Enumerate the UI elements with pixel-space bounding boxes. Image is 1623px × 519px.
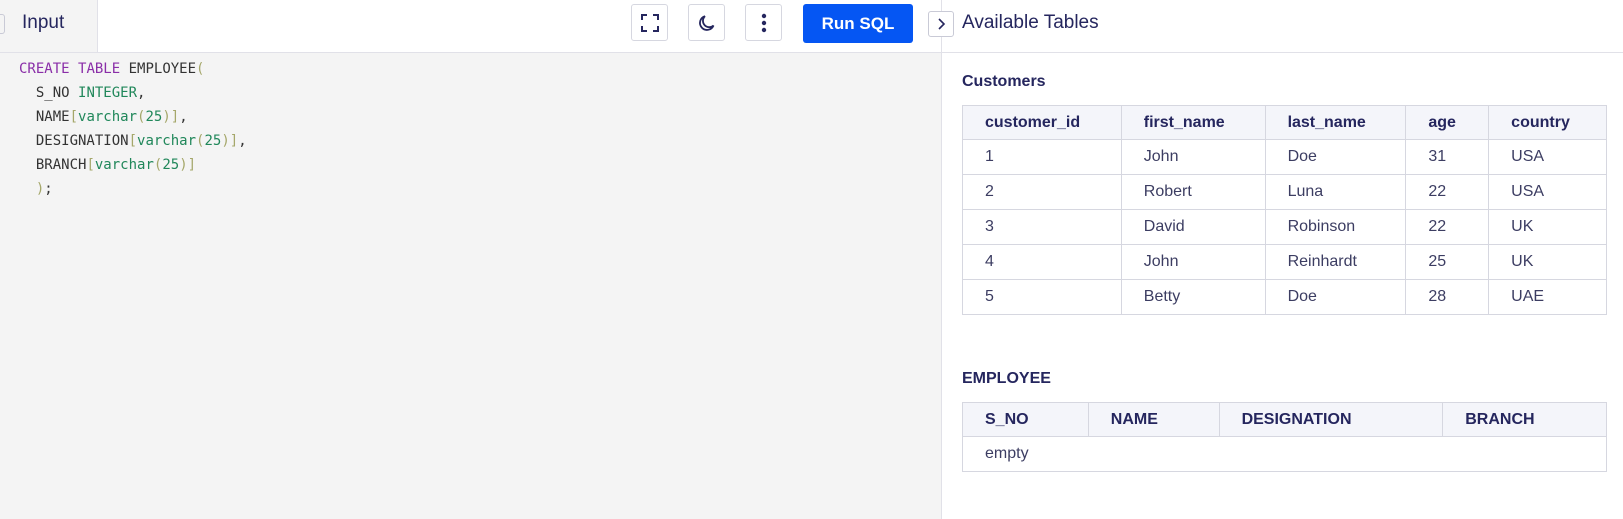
- column-header: country: [1488, 105, 1607, 140]
- bracket: ]: [229, 133, 239, 149]
- column-header: first_name: [1120, 105, 1266, 140]
- column-header: DESIGNATION: [1218, 402, 1444, 437]
- customers-table-title: Customers: [962, 73, 1046, 90]
- table-cell: John: [1120, 139, 1266, 175]
- column-type: INTEGER: [78, 85, 138, 101]
- paren: (: [196, 61, 205, 77]
- column-type: varchar: [78, 109, 138, 125]
- table-cell: 31: [1405, 139, 1490, 175]
- bracket: [: [69, 109, 79, 125]
- fullscreen-button[interactable]: [631, 4, 668, 41]
- code-line-3: NAME[varchar(25)],: [19, 106, 188, 128]
- table-cell: USA: [1488, 174, 1607, 210]
- editor-toolbar: Input Run SQL: [0, 0, 941, 53]
- table-row: 1 John Doe 31 USA: [962, 139, 1607, 175]
- table-cell: Betty: [1120, 279, 1266, 315]
- empty-placeholder: empty: [962, 436, 1607, 472]
- employee-table: S_NO NAME DESIGNATION BRANCH empty: [962, 402, 1607, 472]
- table-cell: Doe: [1264, 279, 1407, 315]
- panel-title: Available Tables: [962, 12, 1099, 33]
- semicolon: ;: [44, 181, 53, 197]
- customers-table: customer_id first_name last_name age cou…: [962, 105, 1607, 315]
- bracket: [: [86, 157, 95, 173]
- code-line-2: S_NO INTEGER,: [19, 82, 146, 104]
- fullscreen-icon: [640, 13, 659, 32]
- column-type: varchar: [137, 133, 197, 149]
- column-header: customer_id: [962, 105, 1122, 140]
- comma: ,: [137, 85, 146, 101]
- table-cell: David: [1120, 209, 1266, 245]
- table-cell: 22: [1405, 209, 1490, 245]
- code-line-6: );: [19, 178, 53, 200]
- column-header: BRANCH: [1442, 402, 1607, 437]
- code-editor[interactable]: CREATE TABLE EMPLOYEE( S_NO INTEGER, NAM…: [0, 53, 941, 519]
- paren: ): [162, 109, 171, 125]
- table-header-row: customer_id first_name last_name age cou…: [962, 105, 1607, 140]
- sql-keyword: CREATE: [19, 61, 70, 77]
- type-length: 25: [162, 157, 180, 173]
- more-options-button[interactable]: [745, 4, 782, 41]
- bracket: ]: [170, 109, 180, 125]
- table-cell: 5: [962, 279, 1122, 315]
- chevron-right-icon: [938, 18, 946, 30]
- collapse-panel-button[interactable]: [928, 11, 954, 37]
- table-cell: Doe: [1264, 139, 1407, 175]
- table-row: 4 John Reinhardt 25 UK: [962, 244, 1607, 280]
- more-vertical-icon: [761, 13, 766, 32]
- employee-table-title: EMPLOYEE: [962, 370, 1051, 387]
- column-type: varchar: [94, 157, 154, 173]
- table-header-row: S_NO NAME DESIGNATION BRANCH: [962, 402, 1607, 437]
- comma: ,: [238, 133, 247, 149]
- table-cell: UK: [1488, 209, 1607, 245]
- column-header: last_name: [1264, 105, 1407, 140]
- table-cell: Reinhardt: [1264, 244, 1407, 280]
- type-length: 25: [145, 109, 163, 125]
- table-row: 2 Robert Luna 22 USA: [962, 174, 1607, 210]
- table-cell: Robinson: [1264, 209, 1407, 245]
- table-row: empty: [962, 436, 1607, 472]
- table-cell: 4: [962, 244, 1122, 280]
- column-name: S_NO: [35, 85, 70, 101]
- tab-edge-marker: [0, 14, 5, 34]
- column-header: age: [1405, 105, 1490, 140]
- table-cell: John: [1120, 244, 1266, 280]
- column-header: NAME: [1087, 402, 1220, 437]
- run-sql-button[interactable]: Run SQL: [803, 4, 913, 43]
- sql-keyword: TABLE: [78, 61, 121, 77]
- comma: ,: [179, 109, 188, 125]
- theme-toggle-button[interactable]: [688, 4, 725, 41]
- table-cell: UK: [1488, 244, 1607, 280]
- column-name: DESIGNATION: [35, 133, 129, 149]
- code-line-4: DESIGNATION[varchar(25)],: [19, 130, 247, 152]
- paren: ): [179, 157, 188, 173]
- table-cell: Luna: [1264, 174, 1407, 210]
- table-row: 5 Betty Doe 28 UAE: [962, 279, 1607, 315]
- table-cell: 22: [1405, 174, 1490, 210]
- bracket: ]: [187, 157, 197, 173]
- table-cell: 3: [962, 209, 1122, 245]
- tables-panel-header: Available Tables: [942, 0, 1623, 53]
- paren: ): [221, 133, 230, 149]
- pane-divider[interactable]: [941, 0, 942, 519]
- table-cell: USA: [1488, 139, 1607, 175]
- column-name: BRANCH: [35, 157, 87, 173]
- type-length: 25: [204, 133, 222, 149]
- table-cell: 25: [1405, 244, 1490, 280]
- bracket: [: [128, 133, 138, 149]
- code-line-5: BRANCH[varchar(25)]: [19, 154, 196, 176]
- table-cell: 1: [962, 139, 1122, 175]
- table-cell: 28: [1405, 279, 1490, 315]
- tab-input-label: Input: [22, 12, 65, 33]
- moon-icon: [698, 14, 714, 31]
- table-row: 3 David Robinson 22 UK: [962, 209, 1607, 245]
- tab-input[interactable]: Input: [0, 0, 98, 52]
- column-name: NAME: [35, 109, 70, 125]
- table-cell: UAE: [1488, 279, 1607, 315]
- table-name: EMPLOYEE: [128, 61, 197, 77]
- table-cell: Robert: [1120, 174, 1266, 210]
- table-cell: 2: [962, 174, 1122, 210]
- code-line-1: CREATE TABLE EMPLOYEE(: [19, 58, 204, 80]
- column-header: S_NO: [962, 402, 1089, 437]
- editor-pane: Input Run SQL CREATE TABLE EMPLOYEE( S_N…: [0, 0, 941, 519]
